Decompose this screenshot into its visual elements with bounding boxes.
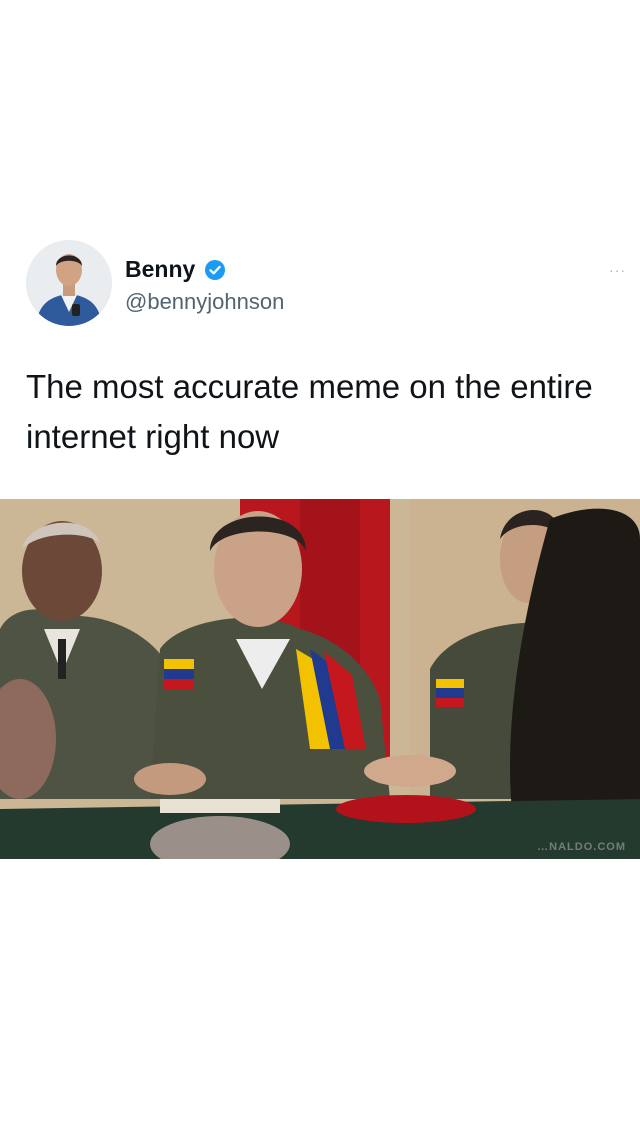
author-names: Benny @bennyjohnson [125,256,284,315]
author-handle[interactable]: @bennyjohnson [125,289,284,315]
more-options-icon[interactable]: ··· [609,262,626,278]
video-watermark: …NALDO.COM [537,841,626,853]
video-frame-image [0,499,640,859]
avatar-photo-icon [26,240,112,326]
tweet-header: Benny @bennyjohnson ··· [26,240,626,330]
verified-badge-icon [204,259,225,280]
author-display-name[interactable]: Benny [125,256,195,283]
tweet-text: The most accurate meme on the entire int… [26,368,593,455]
avatar[interactable] [26,240,112,326]
tweet-media[interactable]: …NALDO.COM [0,499,640,859]
